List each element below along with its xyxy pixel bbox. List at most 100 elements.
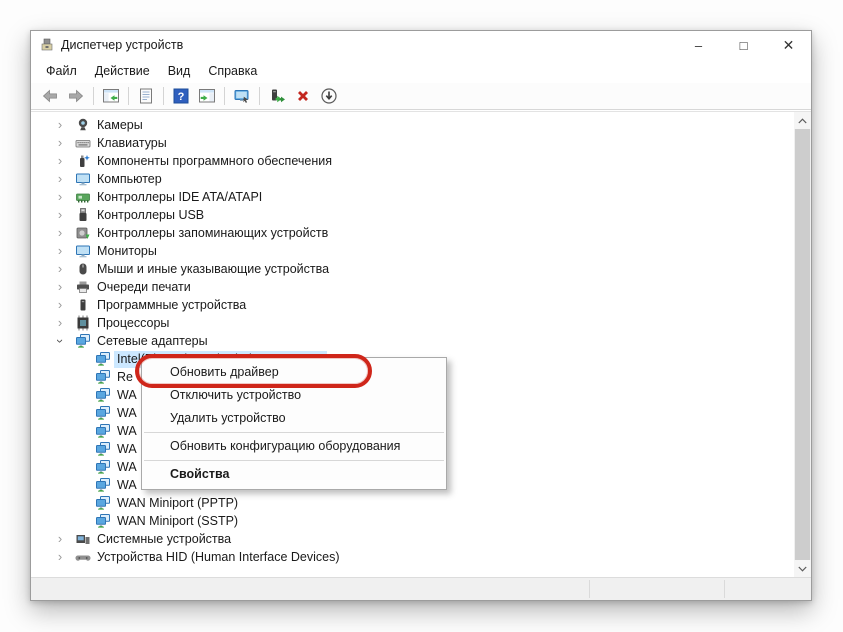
action-pane-icon[interactable] xyxy=(194,84,220,108)
chevron-collapsed-icon[interactable]: › xyxy=(53,170,67,188)
software-device-icon xyxy=(75,297,91,313)
tree-item[interactable]: ›Сетевые адаптеры xyxy=(31,332,794,350)
chevron-collapsed-icon[interactable]: › xyxy=(53,188,67,206)
help-icon[interactable]: ? xyxy=(168,84,194,108)
chevron-collapsed-icon[interactable]: › xyxy=(53,134,67,152)
tree-item-label: Процессоры xyxy=(94,315,172,332)
toolbar-separator xyxy=(224,87,225,105)
close-button[interactable]: ✕ xyxy=(766,31,811,59)
tree-item[interactable]: › Мыши и иные указывающие устройства xyxy=(31,260,794,278)
svg-text:?: ? xyxy=(178,91,185,103)
forward-icon[interactable] xyxy=(63,84,89,108)
tree-item[interactable]: WAN Miniport (SSTP) xyxy=(31,512,794,530)
chevron-collapsed-icon[interactable]: › xyxy=(53,206,67,224)
tree-item-label: WAN Miniport (PPTP) xyxy=(114,495,241,512)
context-menu-item-update-driver[interactable]: Обновить драйвер xyxy=(142,361,446,384)
status-bar-divider xyxy=(724,580,725,598)
menu-action[interactable]: Действие xyxy=(86,61,159,81)
back-icon[interactable] xyxy=(37,84,63,108)
maximize-button[interactable]: □ xyxy=(721,31,766,59)
minimize-button[interactable]: – xyxy=(676,31,721,59)
network-adapter-icon xyxy=(95,513,111,529)
chevron-collapsed-icon[interactable]: › xyxy=(53,242,67,260)
tree-item-label: WA xyxy=(114,477,140,494)
tree-item-label: WA xyxy=(114,405,140,422)
ide-controller-icon xyxy=(75,189,91,205)
storage-controller-icon xyxy=(75,225,91,241)
context-menu-item-disable-device[interactable]: Отключить устройство xyxy=(142,384,446,407)
tree-item[interactable]: › Камеры xyxy=(31,116,794,134)
context-menu-separator xyxy=(144,460,444,461)
scroll-down-icon[interactable] xyxy=(794,560,811,577)
tree-item-label: Мониторы xyxy=(94,243,160,260)
usb-icon xyxy=(75,207,91,223)
chevron-collapsed-icon[interactable]: › xyxy=(53,530,67,548)
chevron-collapsed-icon[interactable]: › xyxy=(53,296,67,314)
chevron-expanded-icon[interactable]: › xyxy=(51,334,69,348)
menu-help[interactable]: Справка xyxy=(199,61,266,81)
computer-icon xyxy=(75,171,91,187)
tree-item-label: WA xyxy=(114,423,140,440)
tree-item[interactable]: ›Компоненты программного обеспечения xyxy=(31,152,794,170)
scan-hardware-icon[interactable] xyxy=(316,84,342,108)
vertical-scrollbar[interactable] xyxy=(794,112,811,577)
software-component-icon xyxy=(75,153,91,169)
tree-item[interactable]: ›Устройства HID (Human Interface Devices… xyxy=(31,548,794,566)
tree-item[interactable]: WAN Miniport (PPTP) xyxy=(31,494,794,512)
tree-item-label: WA xyxy=(114,459,140,476)
menu-bar: ФайлДействиеВидСправка xyxy=(31,59,811,83)
chevron-collapsed-icon[interactable]: › xyxy=(53,278,67,296)
tree-item-label: Контроллеры IDE ATA/ATAPI xyxy=(94,189,265,206)
hid-icon xyxy=(75,549,91,565)
tree-item-label: Системные устройства xyxy=(94,531,234,548)
network-adapter-icon xyxy=(95,387,111,403)
tree-item-label: WAN Miniport (SSTP) xyxy=(114,513,241,530)
network-adapter-icon xyxy=(95,369,111,385)
network-adapter-icon xyxy=(95,351,111,367)
console-tree-icon[interactable] xyxy=(98,84,124,108)
tree-item[interactable]: › Контроллеры запоминающих устройств xyxy=(31,224,794,242)
tree-item[interactable]: › Мониторы xyxy=(31,242,794,260)
chevron-collapsed-icon[interactable]: › xyxy=(53,152,67,170)
printer-icon xyxy=(75,279,91,295)
title-bar[interactable]: Диспетчер устройств – □ ✕ xyxy=(31,31,811,59)
context-menu-item-scan-hardware[interactable]: Обновить конфигурацию оборудования xyxy=(142,435,446,458)
tree-item[interactable]: ›Контроллеры USB xyxy=(31,206,794,224)
tree-item[interactable]: › Системные устройства xyxy=(31,530,794,548)
tree-item-label: Компьютер xyxy=(94,171,165,188)
tree-item[interactable]: › Контроллеры IDE ATA/ATAPI xyxy=(31,188,794,206)
device-tree: ›Устройства HID (Human Interface Devices… xyxy=(31,111,811,577)
processor-icon xyxy=(75,315,91,331)
scrollbar-thumb[interactable] xyxy=(795,129,810,560)
tree-item-label: Очереди печати xyxy=(94,279,194,296)
tree-item[interactable]: › Компьютер xyxy=(31,170,794,188)
chevron-collapsed-icon[interactable]: › xyxy=(53,260,67,278)
camera-icon xyxy=(75,117,91,133)
tree-item[interactable]: ›Программные устройства xyxy=(31,296,794,314)
remote-computer-icon[interactable] xyxy=(229,84,255,108)
menu-file[interactable]: Файл xyxy=(37,61,86,81)
toolbar-separator xyxy=(163,87,164,105)
tree-item-label: Мыши и иные указывающие устройства xyxy=(94,261,332,278)
tree-item-label: Камеры xyxy=(94,117,146,134)
tree-item[interactable]: › Очереди печати xyxy=(31,278,794,296)
tree-item-label: Re xyxy=(114,369,136,386)
status-bar-divider xyxy=(589,580,590,598)
tree-item[interactable]: ›Клавиатуры xyxy=(31,134,794,152)
network-adapter-icon xyxy=(95,477,111,493)
chevron-collapsed-icon[interactable]: › xyxy=(53,314,67,332)
tree-item[interactable]: › Процессоры xyxy=(31,314,794,332)
context-menu: Обновить драйверОтключить устройствоУдал… xyxy=(141,357,447,490)
menu-view[interactable]: Вид xyxy=(159,61,200,81)
tree-item-label: Контроллеры запоминающих устройств xyxy=(94,225,331,242)
tree-item-label: WA xyxy=(114,441,140,458)
context-menu-item-uninstall-device[interactable]: Удалить устройство xyxy=(142,407,446,430)
context-menu-item-properties[interactable]: Свойства xyxy=(142,463,446,486)
update-driver-icon[interactable] xyxy=(264,84,290,108)
chevron-collapsed-icon[interactable]: › xyxy=(53,224,67,242)
chevron-collapsed-icon[interactable]: › xyxy=(53,116,67,134)
properties-icon[interactable] xyxy=(133,84,159,108)
chevron-collapsed-icon[interactable]: › xyxy=(53,548,67,566)
uninstall-device-icon[interactable] xyxy=(290,84,316,108)
scroll-up-icon[interactable] xyxy=(794,112,811,129)
